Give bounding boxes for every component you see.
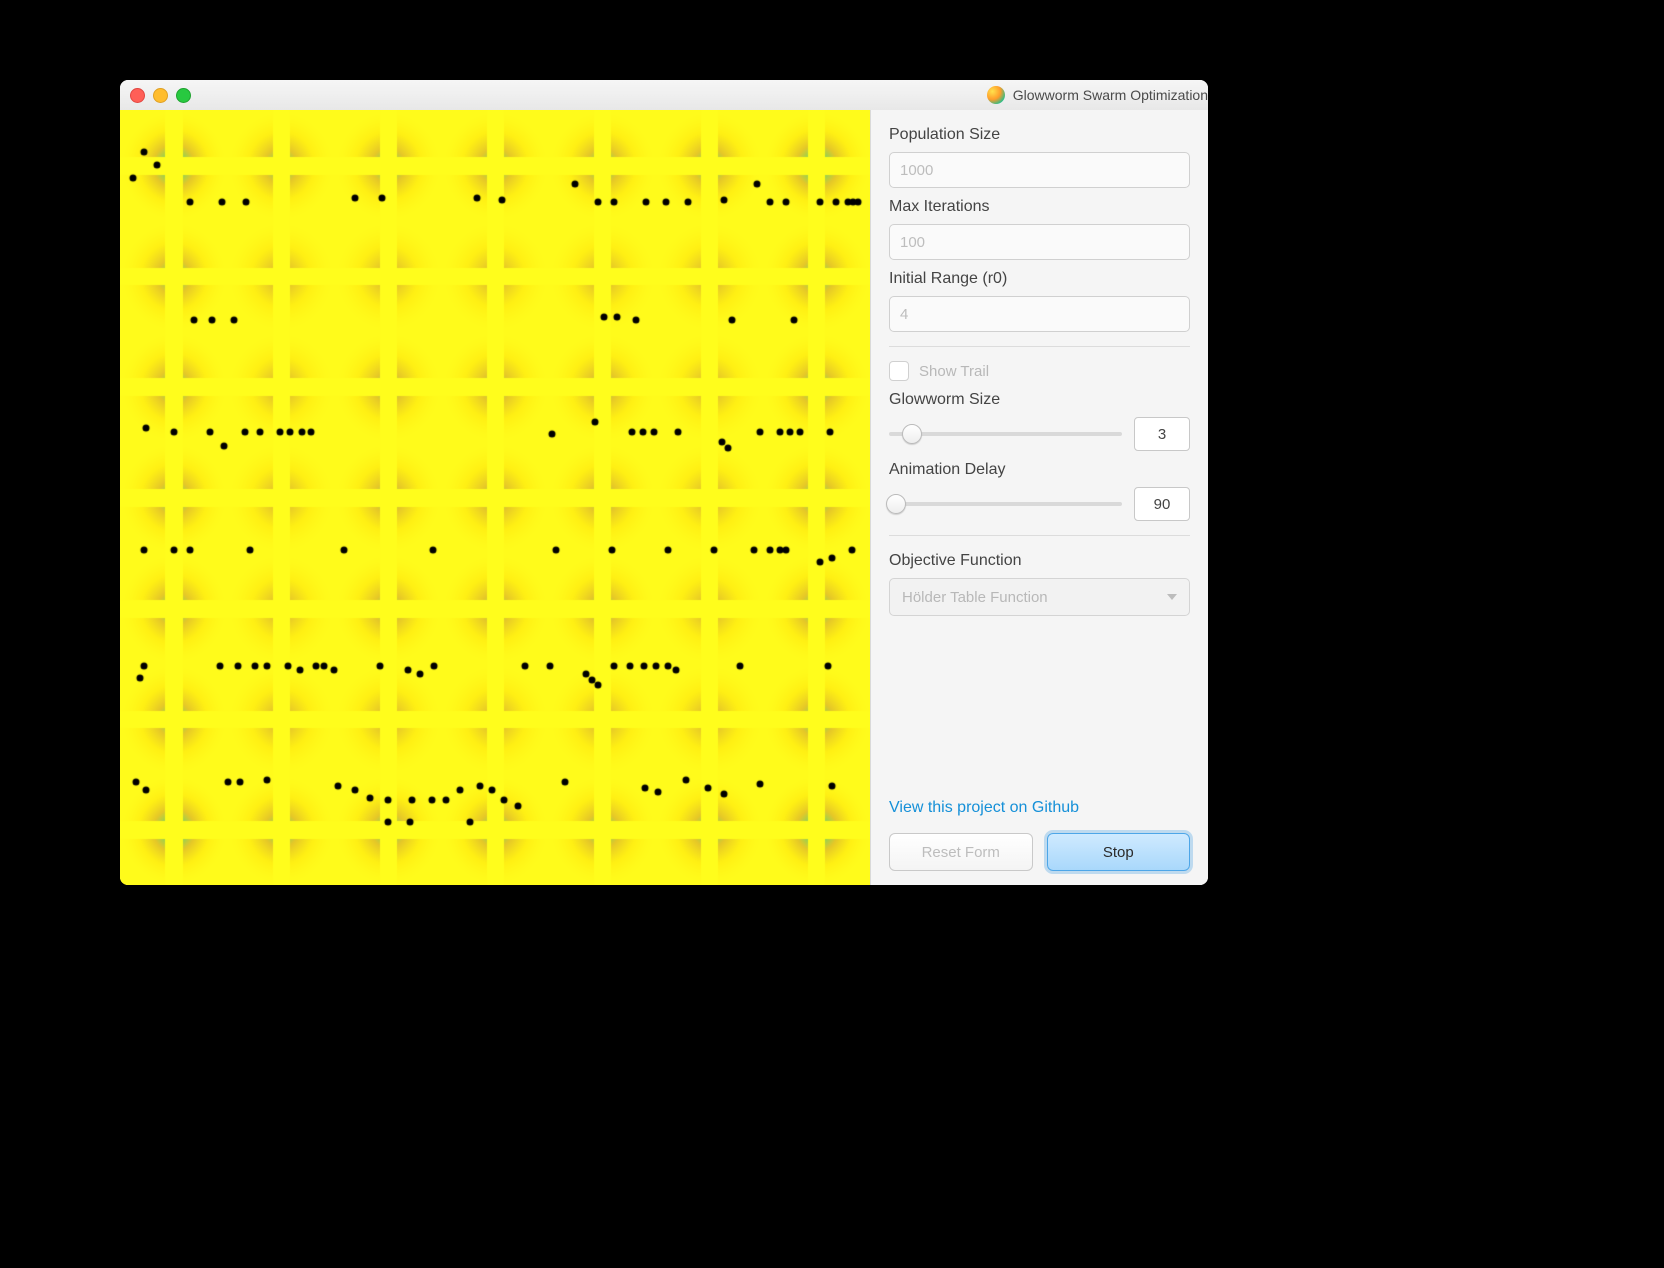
window-title: Glowworm Swarm Optimization <box>1013 87 1208 103</box>
reset-button[interactable]: Reset Form <box>889 833 1033 871</box>
animation-delay-label: Animation Delay <box>889 461 1190 479</box>
minimize-icon[interactable] <box>153 88 168 103</box>
animation-delay-value[interactable]: 90 <box>1134 487 1190 521</box>
app-window: Glowworm Swarm Optimization Population S… <box>120 80 1208 885</box>
titlebar[interactable]: Glowworm Swarm Optimization <box>120 80 1208 111</box>
population-label: Population Size <box>889 126 1190 144</box>
slider-thumb[interactable] <box>902 424 922 444</box>
zoom-icon[interactable] <box>176 88 191 103</box>
divider <box>889 346 1190 347</box>
slider-thumb[interactable] <box>886 494 906 514</box>
r0-label: Initial Range (r0) <box>889 270 1190 288</box>
animation-delay-slider[interactable] <box>889 502 1122 506</box>
show-trail-row[interactable]: Show Trail <box>889 361 1190 381</box>
app-icon <box>987 86 1005 104</box>
show-trail-label: Show Trail <box>919 363 989 380</box>
window-controls <box>130 88 191 103</box>
divider <box>889 535 1190 536</box>
population-input[interactable] <box>889 152 1190 188</box>
objective-select[interactable]: Hölder Table Function <box>889 578 1190 616</box>
maxiter-input[interactable] <box>889 224 1190 260</box>
maxiter-label: Max Iterations <box>889 198 1190 216</box>
r0-input[interactable] <box>889 296 1190 332</box>
glowworm-size-value[interactable]: 3 <box>1134 417 1190 451</box>
objective-label: Objective Function <box>889 552 1190 570</box>
glowworm-size-label: Glowworm Size <box>889 391 1190 409</box>
visualization-canvas[interactable] <box>120 110 870 885</box>
glowworm-size-slider[interactable] <box>889 432 1122 436</box>
control-panel: Population Size Max Iterations Initial R… <box>870 110 1208 885</box>
stop-button[interactable]: Stop <box>1047 833 1191 871</box>
objective-selected: Hölder Table Function <box>902 589 1048 606</box>
show-trail-checkbox[interactable] <box>889 361 909 381</box>
github-link[interactable]: View this project on Github <box>889 799 1190 817</box>
chevron-down-icon <box>1167 594 1177 600</box>
close-icon[interactable] <box>130 88 145 103</box>
